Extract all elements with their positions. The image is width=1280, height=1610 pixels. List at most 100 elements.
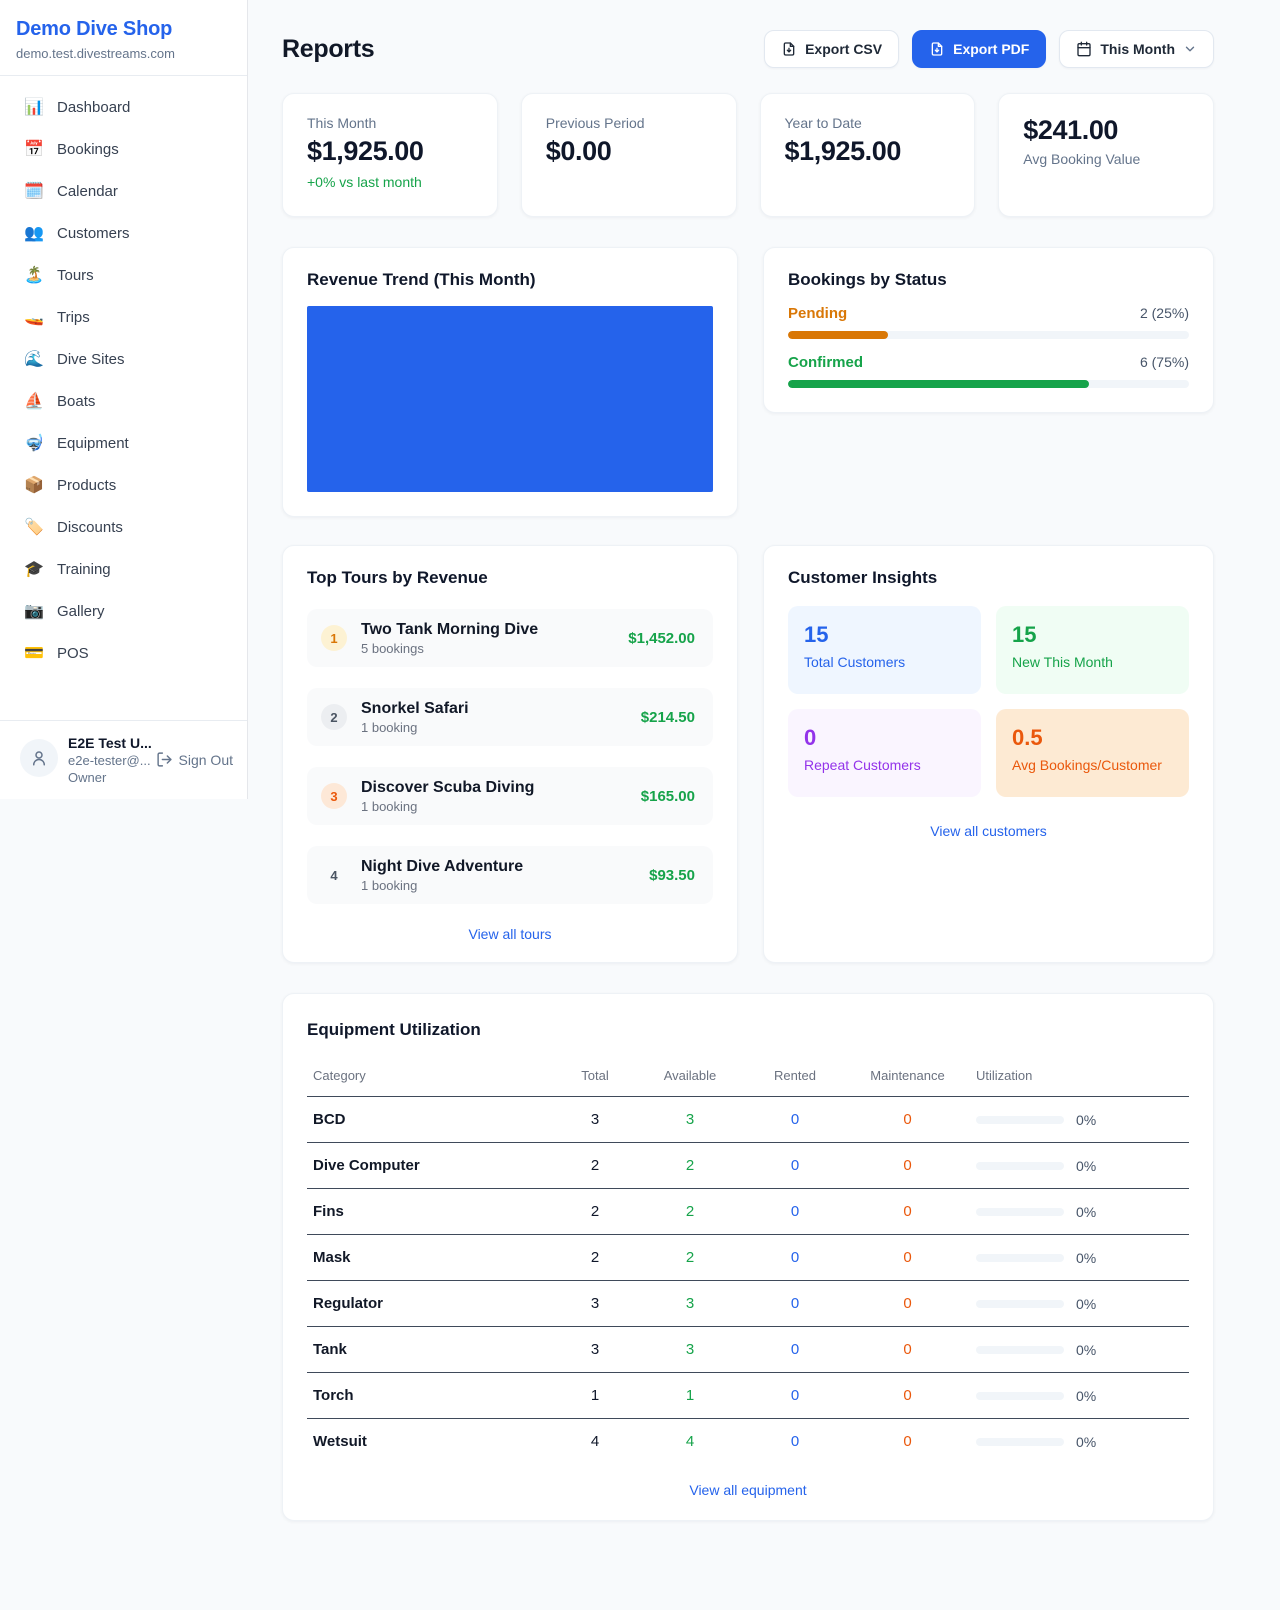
utilization-bar [976, 1116, 1064, 1124]
sidebar-item-label: Training [57, 561, 111, 578]
main-content: Reports Export CSV Export PDF This Month… [248, 0, 1280, 1561]
insight-value: 0.5 [1012, 725, 1173, 751]
sidebar-item-label: POS [57, 645, 89, 662]
insight-label: Total Customers [804, 654, 965, 670]
stat-label: This Month [307, 115, 473, 131]
equipment-utilization-title: Equipment Utilization [307, 1020, 1189, 1040]
tour-revenue: $165.00 [641, 788, 695, 805]
sidebar-item-boats[interactable]: ⛵ Boats [0, 380, 247, 422]
cell-rented: 0 [745, 1097, 845, 1143]
cell-total: 3 [555, 1281, 635, 1327]
header-actions: Export CSV Export PDF This Month [764, 30, 1214, 68]
sidebar-item-gallery[interactable]: 📷 Gallery [0, 590, 247, 632]
table-row: Mask 2 2 0 0 0% [307, 1235, 1189, 1281]
sidebar-item-discounts[interactable]: 🏷️ Discounts [0, 506, 247, 548]
cell-category: Mask [307, 1235, 555, 1281]
cell-available: 2 [635, 1189, 745, 1235]
revenue-trend-title: Revenue Trend (This Month) [307, 270, 713, 290]
view-all-equipment-link[interactable]: View all equipment [307, 1482, 1189, 1498]
period-dropdown[interactable]: This Month [1059, 30, 1214, 68]
export-csv-label: Export CSV [805, 41, 882, 57]
sidebar-item-label: Bookings [57, 141, 119, 158]
cell-category: Regulator [307, 1281, 555, 1327]
sidebar-header: Demo Dive Shop demo.test.divestreams.com [0, 0, 247, 76]
sidebar-user: E2E Test U... e2e-tester@... Owner Sign … [0, 720, 247, 799]
stat-label: Previous Period [546, 115, 712, 131]
insight-value: 0 [804, 725, 965, 751]
stat-value: $1,925.00 [307, 136, 473, 167]
insight-tile-total-customers: 15 Total Customers [788, 606, 981, 694]
sidebar-item-tours[interactable]: 🏝️ Tours [0, 254, 247, 296]
cell-maintenance: 0 [845, 1373, 970, 1419]
status-count: 2 (25%) [1140, 305, 1189, 321]
sidebar-item-products[interactable]: 📦 Products [0, 464, 247, 506]
sidebar-item-trips[interactable]: 🚤 Trips [0, 296, 247, 338]
export-csv-button[interactable]: Export CSV [764, 30, 899, 68]
rank-badge: 4 [321, 862, 347, 888]
list-item: 1 Two Tank Morning Dive 5 bookings $1,45… [307, 609, 713, 667]
sidebar-item-customers[interactable]: 👥 Customers [0, 212, 247, 254]
tour-name: Discover Scuba Diving [361, 779, 627, 797]
tour-revenue: $1,452.00 [628, 630, 695, 647]
sidebar-item-label: Gallery [57, 603, 105, 620]
sidebar-item-label: Equipment [57, 435, 129, 452]
column-header-category: Category [307, 1058, 555, 1097]
calendar-icon [1076, 41, 1092, 57]
sidebar-item-calendar[interactable]: 🗓️ Calendar [0, 170, 247, 212]
avatar [20, 739, 58, 777]
sidebar-item-label: Trips [57, 309, 90, 326]
stat-label: Year to Date [785, 115, 951, 131]
user-role: Owner [68, 770, 146, 785]
sidebar-item-label: Dashboard [57, 99, 130, 116]
tour-revenue: $93.50 [649, 867, 695, 884]
sidebar-nav: 📊 Dashboard 📅 Bookings 🗓️ Calendar 👥 Cus… [0, 76, 247, 720]
credit-card-icon: 💳 [24, 643, 44, 663]
list-item: 3 Discover Scuba Diving 1 booking $165.0… [307, 767, 713, 825]
cell-total: 3 [555, 1327, 635, 1373]
cell-maintenance: 0 [845, 1327, 970, 1373]
status-label: Pending [788, 305, 847, 322]
status-row-confirmed: Confirmed 6 (75%) [788, 354, 1189, 388]
cell-maintenance: 0 [845, 1097, 970, 1143]
sidebar-item-bookings[interactable]: 📅 Bookings [0, 128, 247, 170]
tour-name: Night Dive Adventure [361, 858, 635, 876]
cell-total: 3 [555, 1097, 635, 1143]
camera-icon: 📷 [24, 601, 44, 621]
view-all-tours-link[interactable]: View all tours [307, 926, 713, 942]
utilization-cell: 0% [976, 1112, 1183, 1128]
export-pdf-button[interactable]: Export PDF [912, 30, 1046, 68]
sailboat-icon: ⛵ [24, 391, 44, 411]
cell-category: Fins [307, 1189, 555, 1235]
stats-row: This Month $1,925.00 +0% vs last month P… [282, 93, 1214, 217]
stat-card-year-to-date: Year to Date $1,925.00 [760, 93, 976, 217]
cell-category: Tank [307, 1327, 555, 1373]
chevron-down-icon [1183, 42, 1197, 56]
cell-rented: 0 [745, 1281, 845, 1327]
sidebar-item-dive-sites[interactable]: 🌊 Dive Sites [0, 338, 247, 380]
sidebar-item-pos[interactable]: 💳 POS [0, 632, 247, 674]
utilization-cell: 0% [976, 1250, 1183, 1266]
cell-category: Dive Computer [307, 1143, 555, 1189]
view-all-customers-link[interactable]: View all customers [788, 823, 1189, 839]
revenue-trend-chart [307, 306, 713, 492]
status-row-pending: Pending 2 (25%) [788, 305, 1189, 339]
rank-badge: 2 [321, 704, 347, 730]
bookings-by-status-title: Bookings by Status [788, 270, 1189, 290]
cell-rented: 0 [745, 1189, 845, 1235]
sidebar-item-label: Boats [57, 393, 95, 410]
sidebar-item-dashboard[interactable]: 📊 Dashboard [0, 86, 247, 128]
sidebar-item-equipment[interactable]: 🤿 Equipment [0, 422, 247, 464]
sidebar-item-training[interactable]: 🎓 Training [0, 548, 247, 590]
page-header: Reports Export CSV Export PDF This Month [282, 30, 1214, 68]
table-row: Fins 2 2 0 0 0% [307, 1189, 1189, 1235]
utilization-cell: 0% [976, 1158, 1183, 1174]
package-icon: 📦 [24, 475, 44, 495]
stat-card-this-month: This Month $1,925.00 +0% vs last month [282, 93, 498, 217]
sign-out-button[interactable]: Sign Out [156, 751, 233, 768]
tag-icon: 🏷️ [24, 517, 44, 537]
insight-tile-avg-bookings: 0.5 Avg Bookings/Customer [996, 709, 1189, 797]
column-header-total: Total [555, 1058, 635, 1097]
stat-delta: +0% vs last month [307, 174, 473, 190]
cell-rented: 0 [745, 1143, 845, 1189]
tour-bookings: 5 bookings [361, 641, 614, 656]
